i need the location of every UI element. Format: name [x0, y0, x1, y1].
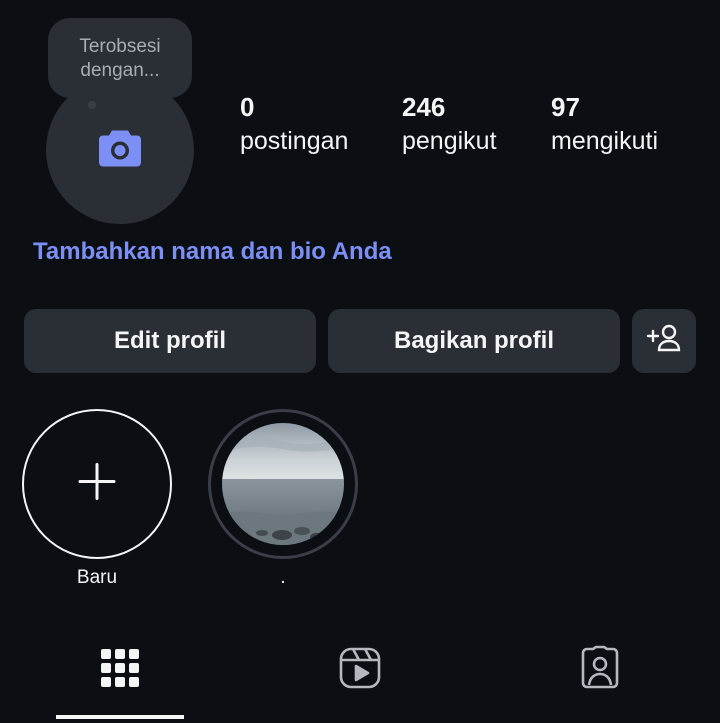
- tab-selected-indicator: [56, 715, 184, 719]
- reels-icon: [338, 646, 382, 695]
- profile-avatar[interactable]: [46, 76, 194, 224]
- share-profile-label: Bagikan profil: [393, 327, 555, 354]
- tab-grid[interactable]: [90, 640, 150, 700]
- tab-reels[interactable]: [330, 640, 390, 700]
- stat-posts-value: 0: [240, 92, 255, 122]
- grid-icon: [100, 648, 140, 693]
- stat-followers-label: pengikut: [402, 127, 497, 155]
- edit-profile-label: Edit profil: [114, 327, 226, 354]
- plus-icon: [77, 462, 117, 507]
- add-bio-link[interactable]: Tambahkan nama dan bio Anda: [33, 238, 392, 266]
- stat-following[interactable]: 97 mengikuti: [551, 92, 658, 156]
- new-highlight-label: Baru: [76, 567, 118, 588]
- highlight-label: .: [280, 567, 286, 588]
- discover-people-button[interactable]: [632, 309, 696, 373]
- highlight-thumbnail[interactable]: [222, 423, 344, 545]
- stat-followers-value: 246: [402, 92, 446, 122]
- person-add-icon: [646, 323, 682, 360]
- tagged-person-icon: [577, 645, 623, 696]
- note-text: Terobsesi dengan...: [79, 36, 161, 81]
- stat-following-label: mengikuti: [551, 127, 658, 155]
- stat-followers[interactable]: 246 pengikut: [402, 92, 497, 156]
- tab-tagged[interactable]: [570, 640, 630, 700]
- camera-icon: [97, 127, 143, 174]
- note-bubble[interactable]: Terobsesi dengan...: [48, 18, 192, 98]
- stat-posts[interactable]: 0 postingan: [240, 92, 348, 156]
- new-highlight-button[interactable]: [22, 409, 172, 559]
- edit-profile-button[interactable]: Edit profil: [24, 309, 316, 373]
- note-bubble-tail: [88, 101, 96, 109]
- stat-posts-label: postingan: [240, 127, 349, 155]
- share-profile-button[interactable]: Bagikan profil: [328, 309, 620, 373]
- stat-following-value: 97: [551, 92, 580, 122]
